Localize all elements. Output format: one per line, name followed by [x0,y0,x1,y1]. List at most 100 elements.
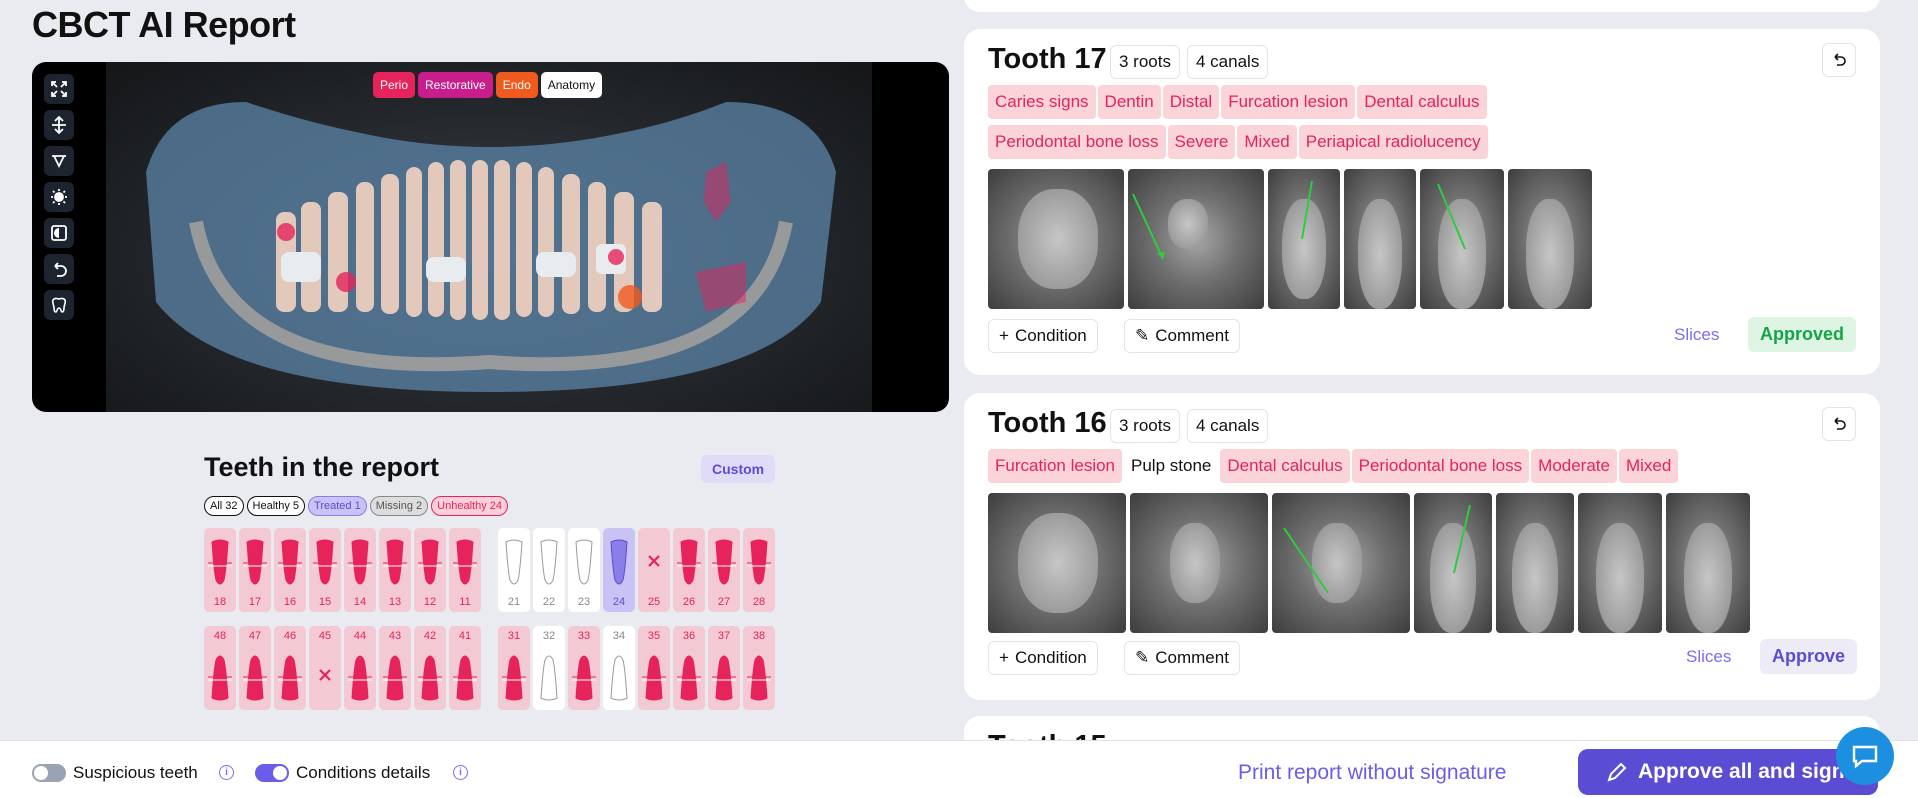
tag-pulp-stone[interactable]: Pulp stone [1124,449,1219,483]
slice-image[interactable] [1666,493,1750,633]
tooth-cell[interactable]: 26 [673,528,705,612]
add-condition-button[interactable]: + Condition [988,641,1098,675]
tag-distal[interactable]: Distal [1162,85,1220,119]
print-report-link[interactable]: Print report without signature [1238,761,1506,785]
tag-mixed[interactable]: Mixed [1237,125,1297,159]
custom-badge[interactable]: Custom [701,455,776,483]
tag-furcation-lesion[interactable]: Furcation lesion [1221,85,1356,119]
tooth-cell[interactable]: 25 [638,528,670,612]
legend-endo[interactable]: Endo [495,72,538,98]
tooth-cell[interactable]: 48 [204,626,236,710]
tooth-cell[interactable]: 33 [568,626,600,710]
tooth-cell[interactable]: 35 [638,626,670,710]
tag-periodontal-bone-loss[interactable]: Periodontal bone loss [988,125,1166,159]
tag-periapical-radiolucency[interactable]: Periapical radiolucency [1298,125,1488,159]
comment-button[interactable]: ✎ Comment [1124,319,1240,353]
tooth-cell[interactable]: 41 [449,626,481,710]
tooth-cell[interactable]: 17 [239,528,271,612]
tooth-cell[interactable]: 42 [414,626,446,710]
tooth-cell[interactable]: 36 [673,626,705,710]
approve-all-and-sign-button[interactable]: Approve all and sign [1578,749,1878,795]
tooth-cell[interactable]: 28 [743,528,775,612]
slice-image[interactable] [1344,169,1416,309]
slices-link[interactable]: Slices [1686,647,1731,667]
tag-periodontal-bone-loss[interactable]: Periodontal bone loss [1351,449,1530,483]
filter-missing[interactable]: Missing 2 [369,496,429,516]
slice-image[interactable] [988,493,1126,633]
slice-image[interactable] [988,169,1124,309]
slice-image[interactable] [1578,493,1662,633]
tooth-view-icon[interactable] [44,290,74,320]
tooth-cell[interactable]: 43 [379,626,411,710]
cbct-viewer[interactable]: Perio Restorative Endo Anatomy [32,62,949,412]
undo-button[interactable] [1822,43,1856,77]
slice-image[interactable] [1414,493,1492,633]
tooth-cell[interactable]: 21 [498,528,530,612]
chat-support-button[interactable] [1836,727,1894,785]
tooth-cell[interactable]: 18 [204,528,236,612]
expand-icon[interactable] [44,74,74,104]
tooth-cell[interactable]: 22 [533,528,565,612]
comment-button[interactable]: ✎ Comment [1124,641,1240,675]
legend-perio[interactable]: Perio [373,72,416,98]
tooth-cell[interactable]: 32 [533,626,565,710]
tooth-cell[interactable]: 24 [603,528,635,612]
tag-dental-calculus[interactable]: Dental calculus [1220,449,1350,483]
add-condition-button[interactable]: + Condition [988,319,1098,353]
filter-icon[interactable] [44,146,74,176]
filter-unhealthy[interactable]: Unhealthy 24 [431,496,508,516]
slice-image[interactable] [1272,493,1410,633]
tooth-icon [610,655,628,701]
approve-button[interactable]: Approve [1760,639,1858,674]
slice-image[interactable] [1128,169,1264,309]
tooth-icon [540,539,558,585]
tag-moderate[interactable]: Moderate [1531,449,1617,483]
tag-dental-calculus[interactable]: Dental calculus [1357,85,1487,119]
approved-status[interactable]: Approved [1748,317,1857,352]
slice-image[interactable] [1130,493,1268,633]
tooth-cell[interactable]: 12 [414,528,446,612]
vertical-arrows-icon[interactable] [44,110,74,140]
tooth-cell[interactable]: 31 [498,626,530,710]
brightness-icon[interactable] [44,182,74,212]
legend-restorative[interactable]: Restorative [418,72,493,98]
undo-icon[interactable] [44,254,74,284]
tooth-cell[interactable]: 46 [274,626,306,710]
suspicious-teeth-toggle[interactable] [32,764,66,782]
slices-link[interactable]: Slices [1674,325,1719,345]
contrast-icon[interactable] [44,218,74,248]
tooth-cell[interactable]: 34 [603,626,635,710]
tooth-cell[interactable]: 14 [344,528,376,612]
tooth-cell[interactable]: 38 [743,626,775,710]
tooth-cell[interactable]: 15 [309,528,341,612]
tooth-cell[interactable]: 27 [708,528,740,612]
slice-image[interactable] [1508,169,1592,309]
previous-card-edge [964,0,1880,12]
tooth-cell[interactable]: 47 [239,626,271,710]
filter-all[interactable]: All 32 [204,496,244,516]
tooth-cell[interactable]: 11 [449,528,481,612]
tooth-cell[interactable]: 37 [708,626,740,710]
legend-anatomy[interactable]: Anatomy [540,72,603,98]
info-icon[interactable]: i [453,765,468,780]
info-icon[interactable]: i [219,765,234,780]
tag-severe[interactable]: Severe [1167,125,1236,159]
filter-treated[interactable]: Treated 1 [308,496,367,516]
tooth-icon [712,539,736,585]
tag-caries-signs[interactable]: Caries signs [988,85,1096,119]
tag-dentin[interactable]: Dentin [1097,85,1161,119]
tooth-cell[interactable]: 23 [568,528,600,612]
tooth-cell[interactable]: 13 [379,528,411,612]
slice-image[interactable] [1268,169,1340,309]
tooth-cell[interactable]: 45 [309,626,341,710]
filter-healthy[interactable]: Healthy 5 [246,496,306,516]
slice-image[interactable] [1496,493,1574,633]
tag-furcation-lesion[interactable]: Furcation lesion [988,449,1123,483]
tooth-cell[interactable]: 16 [274,528,306,612]
conditions-details-toggle[interactable] [255,764,289,782]
undo-button[interactable] [1822,407,1856,441]
tooth-cell[interactable]: 44 [344,626,376,710]
tag-mixed[interactable]: Mixed [1618,449,1679,483]
slice-image[interactable] [1420,169,1504,309]
tooth-number: 11 [459,596,471,608]
